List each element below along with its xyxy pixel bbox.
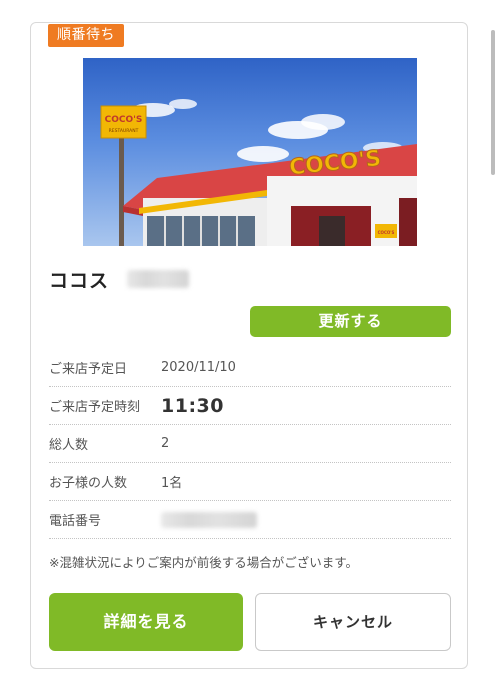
- shop-photo-illustration: COCO'S RESTAURANT COCO'S COCO'S: [100, 99, 417, 246]
- status-badge: 順番待ち: [48, 24, 124, 47]
- pole-sign-subtext: RESTAURANT: [109, 128, 139, 134]
- shop-branch-redacted: [127, 270, 190, 288]
- visit-time-value: 11:30: [161, 394, 224, 417]
- total-people-value: 2: [161, 436, 170, 451]
- scrollbar[interactable]: [491, 30, 495, 175]
- info-row-children: お子様の人数 1名: [49, 463, 451, 501]
- info-row-total-people: 総人数 2: [49, 425, 451, 463]
- visit-time-label: ご来店予定時刻: [49, 400, 141, 415]
- pole-sign-text: COCO'S: [105, 115, 143, 125]
- small-sign-text: COCO'S: [378, 230, 395, 235]
- children-label: お子様の人数: [49, 476, 128, 491]
- reservation-info-table: ご来店予定日 2020/11/10 ご来店予定時刻 11:30 総人数 2 お子…: [49, 349, 451, 539]
- total-people-label: 総人数: [49, 438, 89, 453]
- info-row-phone: 電話番号: [49, 501, 451, 539]
- refresh-button[interactable]: 更新する: [250, 306, 451, 337]
- children-value: 1名: [161, 476, 183, 491]
- notice-text: ※混雑状況によりご案内が前後する場合がございます。: [49, 555, 358, 570]
- shop-name: ココス: [49, 269, 110, 292]
- view-details-button[interactable]: 詳細を見る: [49, 593, 243, 651]
- cancel-button[interactable]: キャンセル: [255, 593, 451, 651]
- phone-value-redacted: [161, 511, 257, 528]
- info-row-visit-date: ご来店予定日 2020/11/10: [49, 349, 451, 387]
- info-row-visit-time: ご来店予定時刻 11:30: [49, 387, 451, 425]
- shop-name-row: ココス: [49, 263, 190, 295]
- visit-date-label: ご来店予定日: [49, 362, 128, 377]
- visit-date-value: 2020/11/10: [161, 360, 236, 375]
- phone-label: 電話番号: [49, 514, 102, 529]
- shop-photo: COCO'S RESTAURANT COCO'S COCO'S: [83, 58, 417, 246]
